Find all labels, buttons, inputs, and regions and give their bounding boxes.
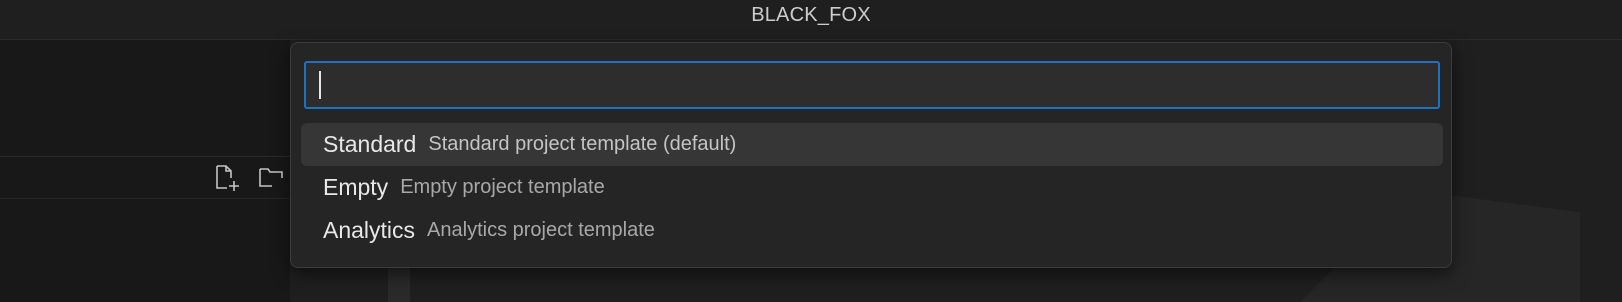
new-folder-icon[interactable] <box>258 164 286 192</box>
explorer-section-header <box>0 157 290 197</box>
item-description: Standard project template (default) <box>428 133 737 155</box>
quick-pick-list: Standard Standard project template (defa… <box>301 123 1443 252</box>
sidebar-divider <box>0 198 290 199</box>
window-title: BLACK_FOX <box>751 4 871 26</box>
item-description: Empty project template <box>400 176 605 198</box>
scrollbar[interactable] <box>388 264 410 302</box>
text-cursor <box>319 71 321 99</box>
quick-pick-input[interactable] <box>304 61 1440 109</box>
item-description: Analytics project template <box>427 219 655 241</box>
quick-pick-dialog: Standard Standard project template (defa… <box>290 42 1452 268</box>
title-bar: BLACK_FOX <box>0 0 1622 40</box>
quick-pick-item-analytics[interactable]: Analytics Analytics project template <box>301 209 1443 252</box>
quick-pick-item-empty[interactable]: Empty Empty project template <box>301 166 1443 209</box>
item-label: Empty <box>323 174 389 200</box>
item-label: Analytics <box>323 217 416 243</box>
item-label: Standard <box>323 131 417 157</box>
quick-pick-item-standard[interactable]: Standard Standard project template (defa… <box>301 123 1443 166</box>
new-file-icon[interactable] <box>213 164 241 192</box>
